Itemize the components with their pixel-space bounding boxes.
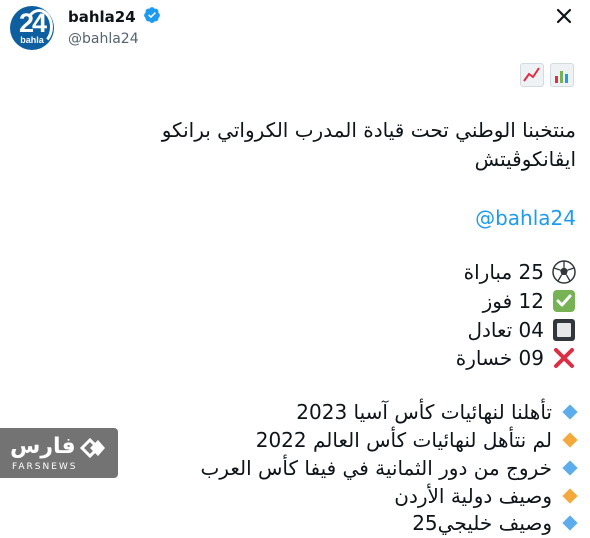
achievement-text: وصيف دولية الأردن — [394, 484, 552, 508]
watermark-subtext: FARSNEWS — [12, 462, 78, 472]
blue-diamond-icon — [562, 515, 578, 531]
chart-bar-icon — [550, 63, 574, 87]
close-icon[interactable] — [554, 6, 574, 26]
white-square-icon — [552, 318, 576, 342]
orange-diamond-icon — [562, 432, 578, 448]
achievement-text: لم نتأهل لنهائيات كأس العالم 2022 — [255, 428, 552, 452]
stat-text: 09 خسارة — [455, 346, 544, 370]
achievement-item: لم نتأهل لنهائيات كأس العالم 2022 — [255, 427, 578, 453]
emoji-row — [520, 63, 576, 89]
achievement-item: تأهلنا لنهائيات كأس آسيا 2023 — [296, 399, 578, 425]
tweet-headline-line2: ايڤانكوڤيتش — [474, 147, 576, 171]
achievement-text: خروج من دور الثمانية في فيفا كأس العرب — [200, 456, 552, 480]
blue-diamond-icon — [562, 404, 578, 420]
cross-mark-icon — [552, 346, 576, 370]
orange-diamond-icon — [562, 488, 578, 504]
tweet-header: 24 bahla bahla24 @bahla24 — [10, 6, 580, 50]
stat-matches: 25 مباراة — [464, 258, 576, 286]
stat-text: 12 فوز — [482, 289, 544, 313]
avatar[interactable]: 24 bahla — [10, 6, 54, 50]
mention-link[interactable]: @bahla24 — [475, 204, 576, 232]
stat-losses: 09 خسارة — [456, 344, 576, 372]
achievement-item: خروج من دور الثمانية في فيفا كأس العرب — [200, 455, 578, 481]
achievement-item: وصيف خليجي25 — [412, 510, 578, 536]
stat-draws: 04 تعادل — [467, 316, 576, 344]
check-mark-icon — [552, 289, 576, 313]
achievement-text: وصيف خليجي25 — [412, 511, 552, 535]
stat-wins: 12 فوز — [483, 287, 576, 315]
stat-text: 04 تعادل — [467, 318, 544, 342]
blue-diamond-icon — [562, 460, 578, 476]
account-names: bahla24 @bahla24 — [68, 6, 161, 49]
watermark-text: فارس — [10, 434, 76, 459]
verified-badge-icon — [143, 6, 161, 28]
farsnews-watermark: فارس FARSNEWS — [0, 428, 118, 478]
stat-text: 25 مباراة — [463, 260, 544, 284]
chart-increasing-icon — [520, 63, 544, 87]
farsnews-logo-icon — [78, 436, 106, 460]
avatar-brand: bahla — [20, 35, 44, 45]
tweet-headline-line1: منتخبنا الوطني تحت قيادة المدرب الكرواتي… — [161, 118, 576, 142]
achievement-text: تأهلنا لنهائيات كأس آسيا 2023 — [296, 400, 552, 424]
display-name[interactable]: bahla24 — [68, 7, 136, 27]
handle[interactable]: @bahla24 — [68, 29, 161, 49]
soccer-ball-icon — [552, 260, 576, 284]
achievement-item: وصيف دولية الأردن — [394, 483, 578, 509]
